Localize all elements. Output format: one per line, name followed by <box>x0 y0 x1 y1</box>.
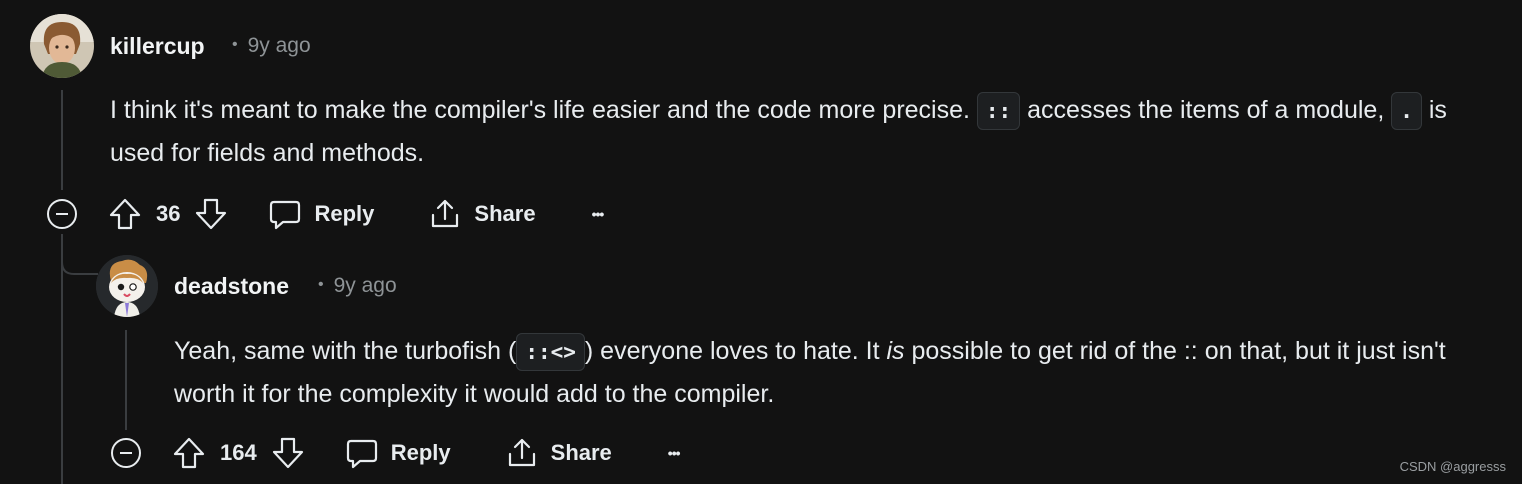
avatar[interactable] <box>30 14 94 78</box>
comment-timestamp: • 9y ago <box>232 34 311 57</box>
comment-timestamp: • 9y ago <box>318 274 397 297</box>
inline-code: ::<> <box>516 333 585 371</box>
reply-button[interactable]: Reply <box>268 197 374 231</box>
vote-count: 164 <box>220 440 257 465</box>
share-button[interactable]: Share <box>505 436 612 470</box>
vote-count: 36 <box>156 201 181 226</box>
upvote-icon[interactable] <box>172 436 206 470</box>
comment-action-bar: 164 Reply Share ••• <box>172 429 680 477</box>
comment-body: I think it's meant to make the compiler'… <box>110 89 1500 174</box>
thread-line-1 <box>61 90 63 190</box>
comment-action-bar: 36 Reply Share ••• <box>108 190 605 238</box>
reply-button[interactable]: Reply <box>345 436 451 470</box>
share-button[interactable]: Share <box>428 197 536 231</box>
downvote-icon[interactable] <box>271 436 305 470</box>
share-icon <box>508 438 535 467</box>
collapse-thread-icon[interactable] <box>110 437 142 469</box>
inline-code: . <box>1391 92 1422 130</box>
watermark: CSDN @aggresss <box>1399 459 1506 474</box>
downvote-icon[interactable] <box>194 197 228 231</box>
comment-body: Yeah, same with the turbofish (::<>) eve… <box>174 330 1494 415</box>
avatar[interactable] <box>96 255 158 317</box>
thread-branch-connector <box>61 234 98 275</box>
more-options-icon[interactable]: ••• <box>668 445 681 461</box>
comment-bubble-icon <box>346 439 377 469</box>
more-options-icon[interactable]: ••• <box>592 206 605 222</box>
comment-username[interactable]: killercup <box>110 33 205 60</box>
inline-code: :: <box>976 92 1021 130</box>
thread-line-2 <box>125 330 127 430</box>
comment-bubble-icon <box>270 200 301 230</box>
share-icon <box>432 199 459 228</box>
upvote-icon[interactable] <box>108 197 142 231</box>
comment-username[interactable]: deadstone <box>174 273 289 300</box>
collapse-thread-icon[interactable] <box>46 198 78 230</box>
